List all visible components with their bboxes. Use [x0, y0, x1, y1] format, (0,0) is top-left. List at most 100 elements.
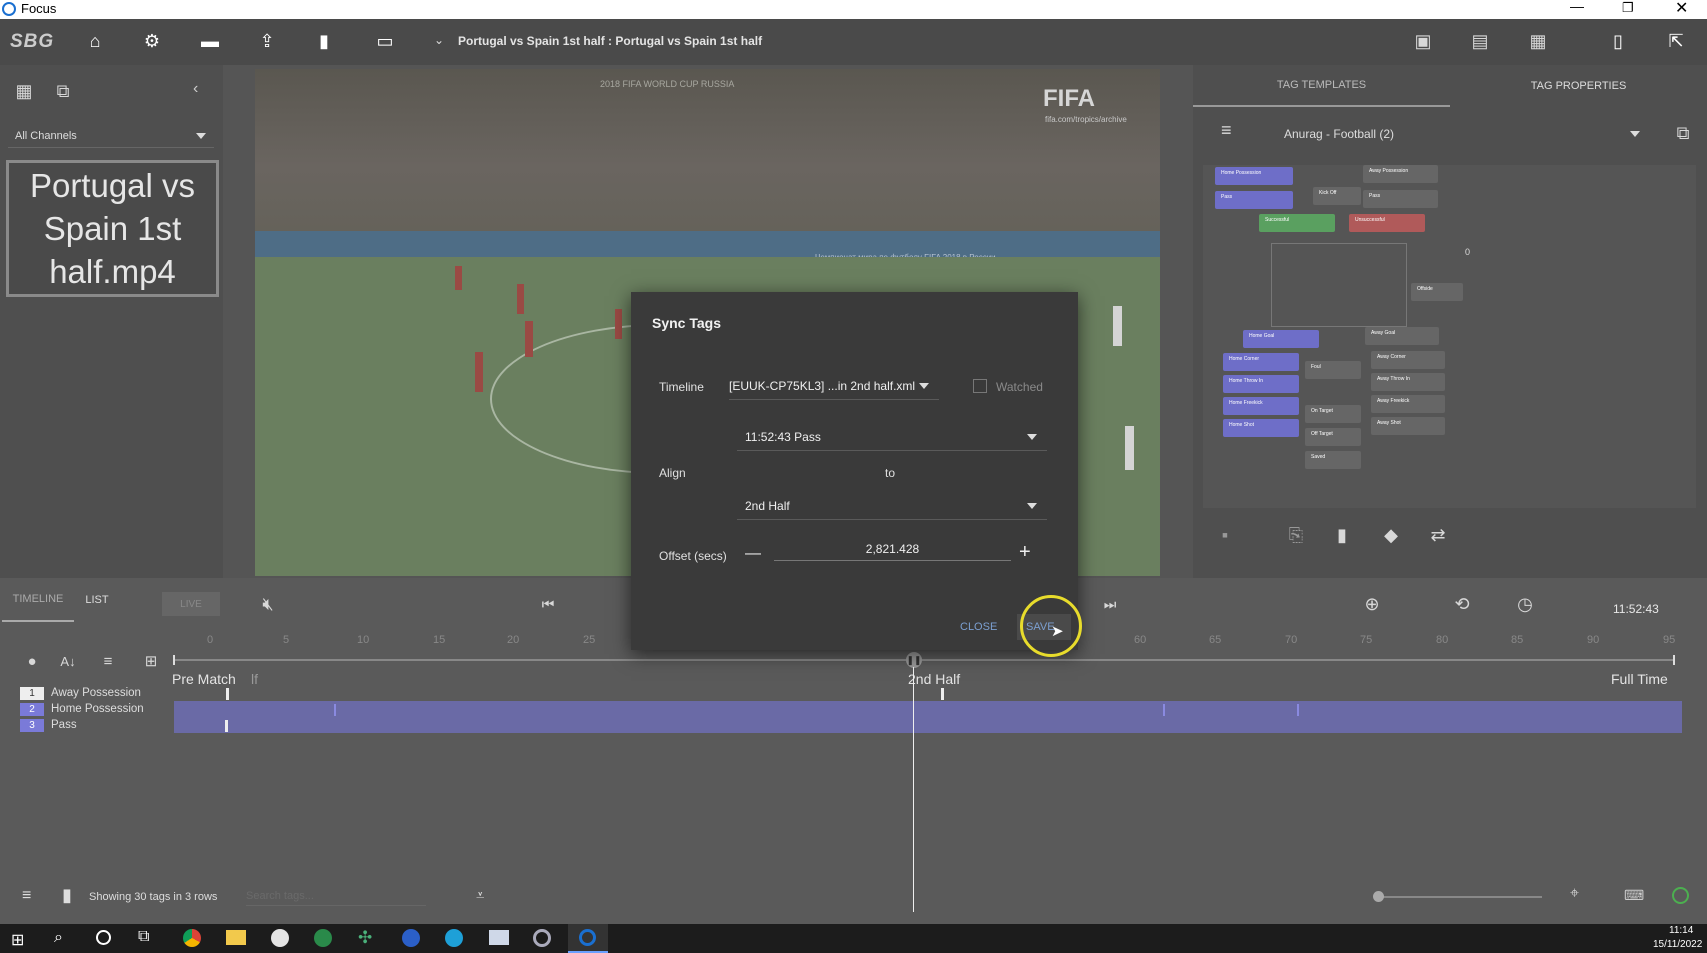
- app-icon-green[interactable]: [314, 929, 332, 947]
- tag-on-target[interactable]: On Target: [1305, 405, 1361, 423]
- focus-taskbar-item[interactable]: [568, 924, 608, 953]
- app-icon-blue[interactable]: [402, 929, 420, 947]
- close-button[interactable]: CLOSE: [960, 621, 997, 633]
- popout-icon[interactable]: ⧉: [1669, 119, 1697, 147]
- pause-handle-icon[interactable]: ❚❚: [906, 652, 922, 668]
- tag-foul[interactable]: Foul: [1305, 361, 1361, 379]
- offset-input[interactable]: 2,821.428: [774, 537, 1011, 561]
- tag-away-freekick[interactable]: Away Freekick: [1371, 395, 1445, 413]
- edge-icon[interactable]: [445, 929, 463, 947]
- clip-card[interactable]: Portugal vs Spain 1st half.mp4: [6, 160, 219, 297]
- layout-grid-icon[interactable]: ▦: [1524, 27, 1552, 55]
- tag-pass-away[interactable]: Pass: [1363, 190, 1438, 208]
- tag-mark[interactable]: [334, 704, 336, 716]
- export-icon[interactable]: ⇪: [253, 27, 281, 55]
- tag-offside[interactable]: Offside: [1411, 283, 1463, 301]
- tag-away-shot[interactable]: Away Shot: [1371, 417, 1445, 435]
- tablet-icon[interactable]: ▯: [1604, 27, 1632, 55]
- layout-doc-icon[interactable]: ▤: [1466, 27, 1494, 55]
- playhead[interactable]: [913, 667, 914, 912]
- mute-icon[interactable]: 🔇︎: [254, 590, 282, 618]
- tag-pass[interactable]: Pass: [1215, 191, 1293, 209]
- pin-icon[interactable]: ⌖: [1570, 885, 1579, 903]
- skip-back-icon[interactable]: ⏮︎: [534, 590, 562, 618]
- skip-forward-icon[interactable]: ⏭︎: [1096, 590, 1124, 618]
- tag-home-possession[interactable]: Home Possession: [1215, 167, 1293, 185]
- add-row-icon[interactable]: ⊞: [137, 647, 165, 675]
- table-row[interactable]: 2 Home Possession: [20, 701, 160, 717]
- watched-checkbox[interactable]: [973, 379, 987, 393]
- tag-successful[interactable]: Successful: [1259, 214, 1335, 232]
- import-icon[interactable]: ⎘: [1282, 521, 1310, 549]
- clock-icon[interactable]: ◷: [1511, 590, 1539, 618]
- tag-select[interactable]: 11:52:43 Pass: [737, 423, 1047, 451]
- table-row[interactable]: 3 Pass: [20, 717, 160, 733]
- bookmark-icon[interactable]: ▮: [62, 885, 72, 906]
- menu-icon[interactable]: ≡: [22, 887, 31, 905]
- bookmark-icon[interactable]: ▮: [1328, 521, 1356, 549]
- zoom-slider[interactable]: [1378, 896, 1542, 898]
- tag-home-throw-in[interactable]: Home Throw In: [1223, 375, 1299, 393]
- settings-icon[interactable]: ⚙: [138, 27, 166, 55]
- close-window-button[interactable]: ✕: [1675, 0, 1688, 18]
- chrome-icon[interactable]: [183, 929, 201, 947]
- tag-away-corner[interactable]: Away Corner: [1371, 351, 1445, 369]
- windows-start-icon[interactable]: ⊞: [11, 930, 24, 950]
- channel-select[interactable]: All Channels: [8, 124, 214, 148]
- layout-single-icon[interactable]: ▣: [1409, 27, 1437, 55]
- task-view-icon[interactable]: ⧉: [138, 928, 149, 946]
- tag-kick-off[interactable]: Kick Off: [1313, 187, 1361, 205]
- label-icon[interactable]: ◆: [1377, 521, 1405, 549]
- filter-icon[interactable]: ⩡: [476, 887, 484, 904]
- decrement-button[interactable]: —: [745, 545, 761, 563]
- tag-home-freekick[interactable]: Home Freekick: [1223, 397, 1299, 415]
- monitor-icon[interactable]: ▭: [371, 27, 399, 55]
- clapperboard-icon[interactable]: ▬: [196, 27, 224, 55]
- search-input[interactable]: Search tags...: [246, 886, 426, 906]
- tab-timeline[interactable]: TIMELINE: [2, 578, 74, 622]
- search-icon[interactable]: ⌕: [54, 929, 63, 947]
- minimize-button[interactable]: —: [1570, 0, 1584, 14]
- live-button[interactable]: LIVE: [162, 592, 220, 616]
- align-icon[interactable]: ≡: [94, 647, 122, 675]
- tab-tag-templates[interactable]: TAG TEMPLATES: [1193, 65, 1450, 107]
- popout-icon[interactable]: ⇱: [1662, 27, 1690, 55]
- restore-button[interactable]: ❐: [1622, 0, 1634, 16]
- tag-mark[interactable]: [941, 688, 944, 700]
- add-time-icon[interactable]: ⊕: [1358, 590, 1386, 618]
- tag-mark[interactable]: [226, 688, 229, 700]
- tag-mark[interactable]: [1163, 704, 1165, 716]
- template-select[interactable]: Anurag - Football (2): [1276, 120, 1652, 148]
- tag-home-goal[interactable]: Home Goal: [1243, 330, 1319, 348]
- tag-lane[interactable]: [174, 701, 1682, 733]
- cortana-icon[interactable]: [96, 930, 111, 945]
- tag-mark[interactable]: [225, 720, 228, 732]
- swap-icon[interactable]: ⇄: [1424, 521, 1452, 549]
- tag-saved[interactable]: Saved: [1305, 451, 1361, 469]
- app-icon-window[interactable]: [489, 930, 509, 945]
- palette-icon[interactable]: ●: [18, 647, 46, 675]
- tag-mark[interactable]: [1297, 704, 1299, 716]
- slack-icon[interactable]: [271, 929, 289, 947]
- tab-tag-properties[interactable]: TAG PROPERTIES: [1450, 65, 1707, 107]
- scrubber-track[interactable]: [173, 659, 1675, 661]
- save-icon[interactable]: ▪: [1211, 521, 1239, 549]
- timeline-select[interactable]: [EUUK-CP75KL3] ...in 2nd half.xml: [729, 372, 939, 400]
- sort-az-icon[interactable]: A↓: [54, 647, 82, 675]
- home-icon[interactable]: ⌂: [81, 27, 109, 55]
- app-icon-circle[interactable]: [533, 929, 551, 947]
- chevron-down-icon[interactable]: ⌄: [434, 33, 444, 47]
- keyboard-icon[interactable]: ⌨: [1624, 887, 1644, 904]
- app-icon-network[interactable]: ✣: [358, 928, 372, 948]
- tag-home-shot[interactable]: Home Shot: [1223, 419, 1299, 437]
- tag-away-throw-in[interactable]: Away Throw In: [1371, 373, 1445, 391]
- tag-unsuccessful[interactable]: Unsuccessful: [1349, 214, 1425, 232]
- tag-away-possession[interactable]: Away Possession: [1363, 165, 1438, 183]
- loop-icon[interactable]: ⟲: [1448, 590, 1476, 618]
- collapse-panel-icon[interactable]: ‹: [193, 80, 198, 98]
- window-icon[interactable]: ⧉: [49, 77, 77, 105]
- align-select[interactable]: 2nd Half: [737, 492, 1047, 520]
- bookmark-icon[interactable]: ▮: [310, 27, 338, 55]
- tag-off-target[interactable]: Off Target: [1305, 428, 1361, 446]
- tag-away-goal[interactable]: Away Goal: [1365, 327, 1439, 345]
